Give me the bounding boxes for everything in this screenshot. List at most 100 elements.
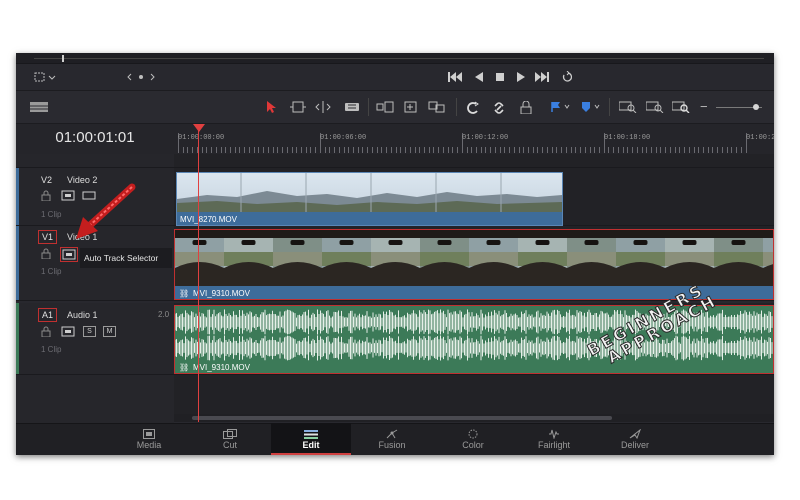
ruler-tick [556, 147, 558, 153]
snapping-icon[interactable] [466, 101, 480, 115]
ruler-tick [565, 147, 567, 153]
ruler-tick [598, 147, 600, 153]
track-tag-a1[interactable]: A1 [38, 308, 58, 322]
zoom-slider-knob[interactable] [753, 104, 759, 110]
fairlight-icon [514, 429, 594, 440]
track-tag-v1[interactable]: V1 [38, 230, 58, 244]
zoom-custom-icon[interactable] [672, 101, 690, 113]
ruler-tick [518, 147, 520, 153]
blade-tool-icon[interactable] [344, 101, 360, 113]
ruler-tick [234, 147, 236, 153]
page-fairlight[interactable]: Fairlight [514, 423, 594, 455]
auto-track-selector-icon[interactable] [60, 247, 78, 262]
resolve-window: − 01:00:01:01 01:00:00:00 01:00:06:00 01… [16, 53, 774, 455]
video-clip-v2[interactable]: MVI_8270.MOV [176, 172, 563, 226]
flag-icon[interactable] [550, 101, 572, 113]
dynamic-trim-icon[interactable] [314, 101, 332, 113]
lock-track-icon[interactable] [41, 326, 51, 337]
ruler-tick [381, 147, 383, 153]
timeline-empty-area[interactable] [174, 375, 774, 415]
zoom-full-icon[interactable] [619, 101, 637, 113]
ruler-tick [305, 147, 307, 153]
lock-track-icon[interactable] [41, 248, 51, 259]
ruler-tick [433, 147, 435, 153]
toolbar-separator [609, 98, 610, 116]
ruler-tick [499, 147, 501, 153]
timeline-view-options-icon[interactable] [30, 101, 48, 113]
ruler-tick [684, 147, 686, 153]
ruler-tick [225, 147, 227, 153]
lock-track-icon[interactable] [41, 190, 51, 201]
page-color[interactable]: Color [433, 423, 513, 455]
page-label: Fusion [378, 440, 406, 450]
play-reverse-icon[interactable] [474, 71, 484, 83]
ruler-label: 01:00:18:00 [604, 134, 651, 142]
overwrite-clip-icon[interactable] [402, 101, 420, 113]
ruler-tick [300, 147, 302, 153]
playhead-handle[interactable] [193, 124, 205, 132]
playhead-line[interactable] [198, 124, 199, 422]
track-name-a1[interactable]: Audio 1 [67, 310, 98, 320]
ruler-tick [457, 147, 459, 153]
track-header-spacer [16, 154, 174, 168]
ruler-tick [613, 147, 615, 153]
trim-tool-icon[interactable] [289, 101, 307, 113]
ruler-tick [282, 147, 284, 153]
linked-selection-icon[interactable] [492, 101, 506, 115]
ruler-tick [338, 147, 340, 153]
clip-count-v1: 1 Clip [41, 267, 62, 276]
ruler-tick [286, 147, 288, 153]
track-color-bar [16, 168, 19, 225]
ruler-tick [192, 147, 194, 153]
page-edit[interactable]: Edit [271, 423, 351, 455]
zoom-detail-icon[interactable] [646, 101, 664, 113]
ruler-tick [248, 147, 250, 153]
page-label: Deliver [620, 440, 649, 450]
ruler-tick [651, 147, 652, 153]
stop-icon[interactable] [495, 71, 505, 83]
page-deliver[interactable]: Deliver [595, 423, 675, 455]
page-fusion[interactable]: Fusion [352, 423, 432, 455]
mute-button[interactable]: M [103, 326, 116, 337]
ruler-tick [665, 147, 667, 153]
solo-button[interactable]: S [83, 326, 96, 337]
position-lock-icon[interactable] [520, 101, 532, 114]
marker-icon[interactable] [580, 101, 602, 113]
viewer-size-icon[interactable] [34, 71, 58, 83]
ruler-tick [494, 147, 496, 153]
scrub-knob[interactable] [62, 55, 64, 62]
go-to-start-icon[interactable] [448, 71, 462, 83]
insert-clip-icon[interactable] [376, 101, 394, 113]
page-label: Fairlight [537, 440, 570, 450]
ruler-tick [267, 147, 269, 153]
ruler-tick [263, 147, 265, 153]
selection-tool-icon[interactable] [266, 100, 276, 114]
loop-icon[interactable] [561, 71, 575, 83]
ruler-tick [698, 147, 700, 153]
ruler-tick [296, 147, 298, 153]
ruler-tick [405, 147, 407, 153]
current-timecode[interactable]: 01:00:01:01 [16, 129, 174, 146]
toolbar-separator [368, 98, 369, 116]
ruler-tick [641, 147, 643, 153]
annotation-arrow-icon [76, 183, 136, 239]
ruler-tick [551, 147, 553, 153]
replace-clip-icon[interactable] [428, 101, 446, 113]
auto-track-selector-icon[interactable] [61, 326, 75, 337]
page-cut[interactable]: Cut [190, 423, 270, 455]
prev-next-clip-icon[interactable] [126, 71, 156, 83]
scrollbar-thumb[interactable] [192, 416, 612, 420]
toolbar-separator [456, 98, 457, 116]
clip-count-v2: 1 Clip [41, 210, 62, 219]
ruler-tick [442, 147, 444, 153]
ruler-tick [532, 147, 534, 153]
play-icon[interactable] [516, 71, 526, 83]
go-to-end-icon[interactable] [535, 71, 549, 83]
track-tag-v2[interactable]: V2 [38, 174, 55, 186]
track-color-bar [16, 303, 19, 374]
zoom-out-icon[interactable]: − [700, 100, 708, 114]
ruler-tick [182, 147, 184, 153]
ruler-tick [636, 147, 638, 153]
ruler-tick [617, 147, 619, 153]
page-media[interactable]: Media [109, 423, 189, 455]
